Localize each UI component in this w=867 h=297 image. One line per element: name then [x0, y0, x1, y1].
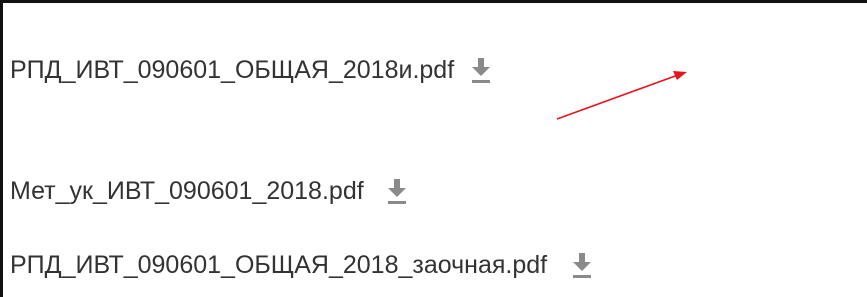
- download-button[interactable]: [470, 55, 492, 85]
- file-item: РПД_ИВТ_090601_ОБЩАЯ_2018и.pdf: [10, 50, 492, 90]
- download-icon: [387, 179, 406, 204]
- download-icon: [472, 58, 491, 83]
- file-link[interactable]: Мет_ук_ИВТ_090601_2018.pdf: [10, 177, 364, 206]
- file-list: РПД_ИВТ_090601_ОБЩАЯ_2018и.pdf Мет_ук_ИВ…: [0, 0, 867, 297]
- download-icon: [573, 253, 592, 278]
- file-link[interactable]: РПД_ИВТ_090601_ОБЩАЯ_2018_заочная.pdf: [10, 251, 547, 280]
- file-item: Мет_ук_ИВТ_090601_2018.pdf: [10, 171, 408, 211]
- file-link[interactable]: РПД_ИВТ_090601_ОБЩАЯ_2018и.pdf: [10, 56, 454, 85]
- download-button[interactable]: [386, 176, 408, 206]
- file-item: РПД_ИВТ_090601_ОБЩАЯ_2018_заочная.pdf: [10, 245, 593, 285]
- download-button[interactable]: [571, 250, 593, 280]
